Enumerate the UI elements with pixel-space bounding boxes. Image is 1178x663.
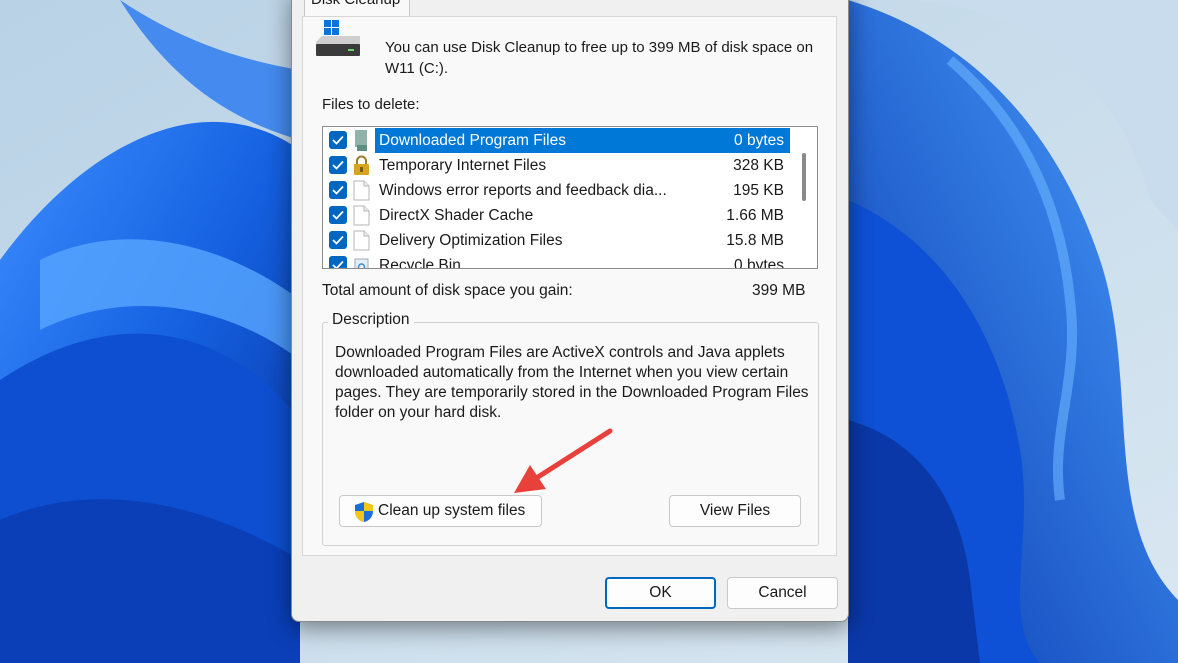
file-icon — [353, 230, 370, 251]
cancel-button[interactable]: Cancel — [727, 577, 838, 609]
ok-button[interactable]: OK — [605, 577, 716, 609]
file-list-row[interactable]: Windows error reports and feedback dia..… — [323, 178, 790, 203]
view-files-button[interactable]: View Files — [669, 495, 801, 527]
tab-disk-cleanup[interactable]: Disk Cleanup — [304, 0, 410, 16]
file-size: 195 KB — [733, 182, 784, 199]
file-list-row[interactable]: Downloaded Program Files 0 bytes — [323, 128, 793, 153]
file-list-scrollbar[interactable] — [790, 127, 817, 268]
file-size: 0 bytes — [734, 257, 784, 269]
intro-text: You can use Disk Cleanup to free up to 3… — [385, 39, 814, 77]
clean-up-system-files-label: Clean up system files — [378, 502, 526, 519]
description-legend: Description — [328, 311, 414, 329]
file-size: 0 bytes — [724, 128, 790, 153]
total-space-value: 399 MB — [752, 282, 806, 299]
tab-label: Disk Cleanup — [311, 0, 400, 8]
disk-cleanup-dialog: Disk Cleanup You can use Disk Cleanup to… — [291, 0, 849, 622]
file-name: Delivery Optimization Files — [379, 232, 563, 249]
file-list-row[interactable]: Delivery Optimization Files 15.8 MB — [323, 228, 790, 253]
file-name: DirectX Shader Cache — [379, 207, 534, 224]
package-icon — [353, 130, 370, 151]
file-icon — [353, 180, 370, 201]
total-space-label: Total amount of disk space you gain: — [322, 282, 573, 299]
file-name: Windows error reports and feedback dia..… — [379, 182, 667, 199]
file-size: 15.8 MB — [726, 232, 784, 249]
file-checkbox[interactable] — [329, 156, 347, 174]
file-checkbox[interactable] — [329, 256, 347, 268]
file-checkbox[interactable] — [329, 181, 347, 199]
file-list-row[interactable]: Temporary Internet Files 328 KB — [323, 153, 790, 178]
clean-up-system-files-button[interactable]: Clean up system files — [339, 495, 542, 527]
file-checkbox[interactable] — [329, 131, 347, 149]
lock-icon — [353, 155, 370, 176]
file-name: Recycle Bin — [379, 257, 461, 269]
file-icon — [353, 205, 370, 226]
hard-drive-icon — [316, 20, 360, 56]
uac-shield-icon — [355, 502, 373, 522]
file-checkbox[interactable] — [329, 231, 347, 249]
files-to-delete-list[interactable]: Downloaded Program Files 0 bytes Temporary… — [322, 126, 818, 269]
file-size: 1.66 MB — [726, 207, 784, 224]
file-list-row[interactable]: Recycle Bin 0 bytes — [323, 253, 790, 269]
file-size: 328 KB — [733, 157, 784, 174]
scrollbar-thumb[interactable] — [802, 153, 806, 201]
file-name: Temporary Internet Files — [379, 157, 547, 174]
recycle-bin-icon — [353, 255, 370, 268]
file-list-row[interactable]: DirectX Shader Cache 1.66 MB — [323, 203, 790, 228]
files-to-delete-label: Files to delete: — [322, 96, 420, 113]
file-checkbox[interactable] — [329, 206, 347, 224]
description-text: Downloaded Program Files are ActiveX con… — [335, 344, 809, 421]
